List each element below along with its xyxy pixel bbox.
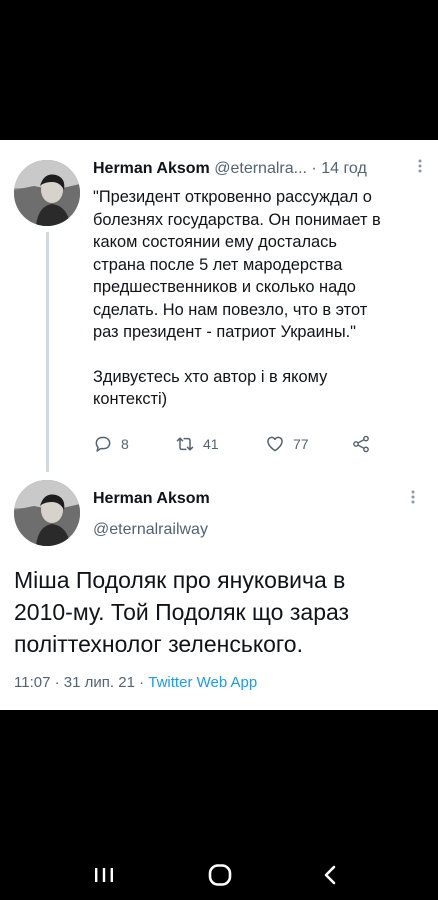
reply-button[interactable]: 8 [93, 432, 129, 456]
reply-icon [95, 436, 111, 452]
avatar[interactable] [14, 480, 80, 546]
tweet-text-line: Здивуєтесь хто автор і в якому [93, 367, 328, 386]
author-name[interactable]: Herman Aksom [93, 490, 210, 508]
tweet-header: Herman Aksom @eternalra... · 14 год [93, 158, 423, 180]
reply-count: 8 [121, 436, 129, 452]
back-icon[interactable] [320, 862, 342, 888]
home-icon[interactable] [207, 862, 233, 888]
tweet-text: Міша Подоляк про януковича в 2010-му. То… [14, 564, 429, 660]
more-vertical-icon[interactable] [410, 489, 416, 510]
author-name[interactable]: Herman Aksom [93, 160, 210, 177]
tweet-text-line: "Президент откровенно рассуждал о [93, 188, 372, 206]
retweet-button[interactable]: 41 [175, 432, 219, 456]
share-icon [353, 435, 369, 453]
tweet-text: "Президент откровенно рассуждал о болезн… [93, 186, 423, 411]
tweet-text-line: 2010-му. Той Подоляк що зараз [14, 599, 350, 625]
tweet-actions: 8 41 77 [93, 432, 393, 456]
tweet-text-line: політтехнолог зеленського. [14, 631, 303, 657]
thread-line [46, 232, 49, 472]
share-button[interactable] [351, 432, 371, 456]
tweet-date[interactable]: 31 лип. 21 [64, 674, 135, 691]
tweet-text-line: раз президент - патриот Украины." [93, 323, 357, 341]
like-button[interactable]: 77 [265, 432, 309, 456]
avatar[interactable] [14, 160, 80, 226]
separator: · [54, 674, 60, 691]
tweet-text-line: болезнях государства. Он понимает в [93, 210, 381, 229]
top-black-area [0, 0, 438, 140]
author-handle[interactable]: @eternalrailway [93, 521, 208, 539]
recent-apps-icon[interactable] [92, 862, 116, 888]
tweet-text-line: Міша Подоляк про януковича в [14, 567, 346, 593]
tweet-text-line: предшественников и сколько надо [93, 278, 356, 296]
like-count: 77 [293, 436, 309, 452]
tweet-text-line: страна после 5 лет мародерства [93, 255, 343, 274]
heart-icon [267, 436, 283, 452]
retweet-icon [176, 437, 194, 451]
tweet-time[interactable]: 14 год [321, 160, 367, 177]
tweet-text-line: контексті) [93, 390, 168, 408]
tweet-time[interactable]: 11:07 [14, 674, 50, 691]
tweet-card: Herman Aksom @eternalra... · 14 год "Пре… [0, 140, 438, 710]
source-app-link[interactable]: Twitter Web App [148, 674, 257, 691]
separator: · [311, 160, 317, 177]
more-vertical-icon[interactable] [417, 158, 423, 179]
separator: · [139, 674, 145, 691]
retweet-count: 41 [203, 436, 219, 452]
tweet-meta: 11:07 · 31 лип. 21 · Twitter Web App [14, 674, 257, 691]
tweet-text-line: каком состоянии ему досталась [93, 233, 337, 251]
author-handle[interactable]: @eternalra... [214, 160, 307, 177]
tweet-text-line: сделать. Но нам повезло, что в этот [93, 300, 368, 319]
